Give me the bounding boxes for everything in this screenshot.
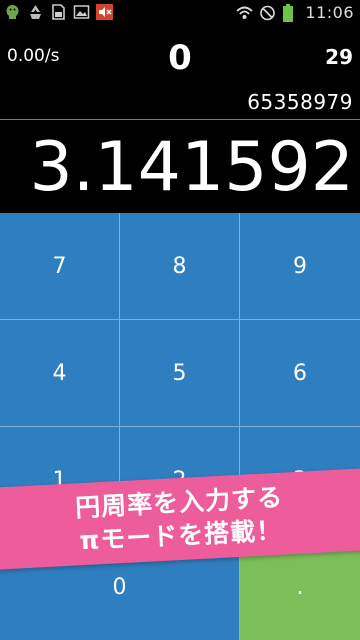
battery-icon <box>282 3 299 22</box>
status-bar: 11:06 <box>0 0 360 25</box>
system-icons: 11:06 <box>236 3 354 22</box>
key-7[interactable]: 7 <box>0 213 120 320</box>
next-digits: 65358979 <box>247 90 353 114</box>
score-panel: 0.00/s 0 29 65358979 <box>0 26 360 119</box>
key-5[interactable]: 5 <box>120 320 240 427</box>
input-display: 3.141592 <box>0 120 360 212</box>
clock: 11:06 <box>305 3 354 22</box>
key-8[interactable]: 8 <box>120 213 240 320</box>
image-icon <box>73 3 90 21</box>
android-icon <box>4 3 21 21</box>
key-6[interactable]: 6 <box>240 320 360 427</box>
key-4[interactable]: 4 <box>0 320 120 427</box>
notification-icons <box>4 3 113 21</box>
keypad: 7 8 9 4 5 6 1 2 3 0 . <box>0 213 360 640</box>
display-value: 3.141592 <box>29 128 354 207</box>
mute-icon <box>96 3 113 21</box>
no-signal-icon <box>259 4 276 22</box>
score-value: 0 <box>168 38 192 78</box>
wifi-icon <box>236 4 254 22</box>
recycle-icon <box>27 3 44 21</box>
key-9[interactable]: 9 <box>240 213 360 320</box>
sd-card-icon <box>50 3 67 21</box>
digit-count: 29 <box>325 45 353 69</box>
